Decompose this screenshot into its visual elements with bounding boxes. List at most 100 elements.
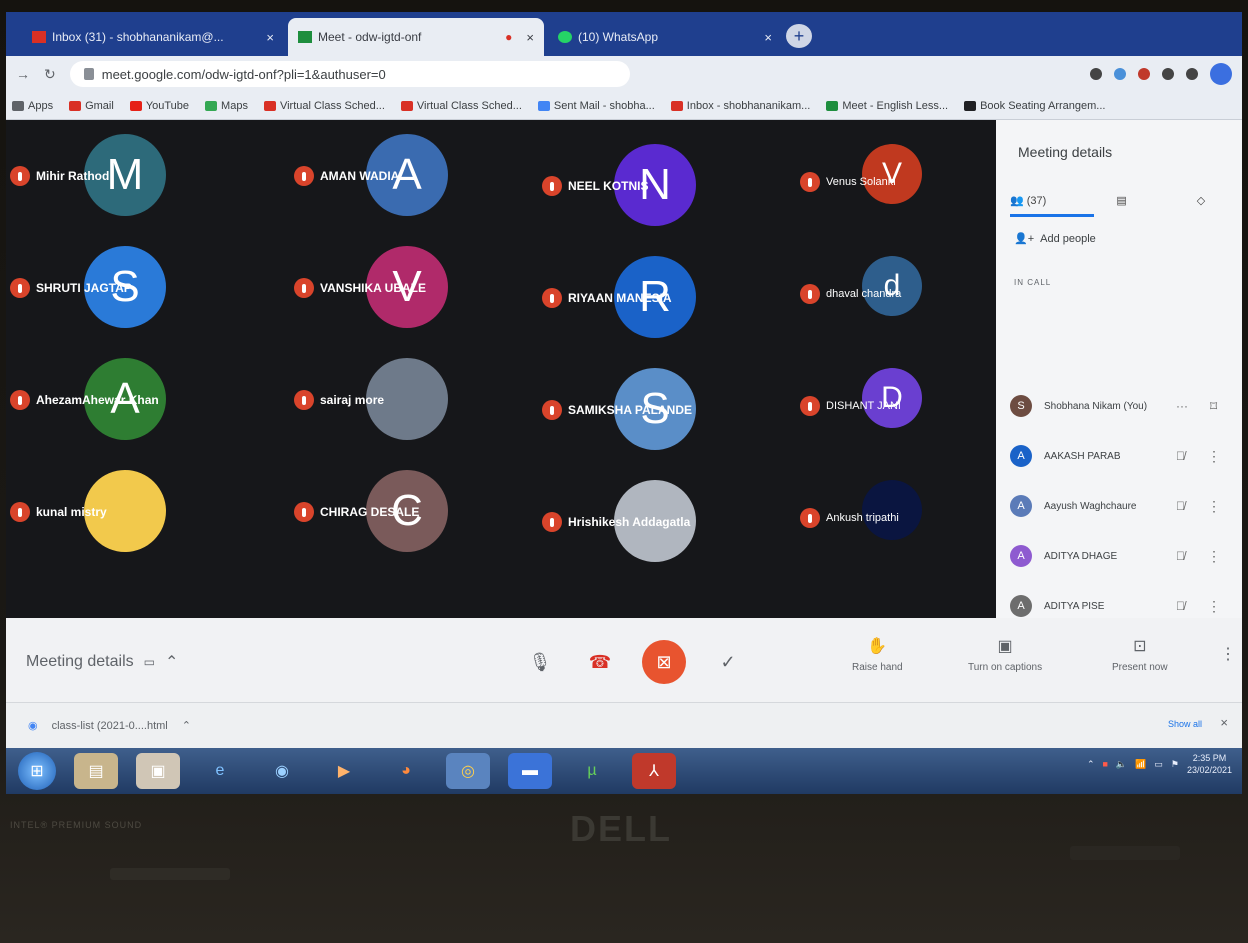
- meeting-details-button[interactable]: Meeting details ▭ ⌃: [26, 652, 178, 672]
- zoom-taskbar-button[interactable]: ▬: [508, 753, 552, 789]
- network-icon[interactable]: 📶: [1135, 759, 1146, 770]
- media-taskbar-button[interactable]: ▣: [136, 753, 180, 789]
- close-tab-icon[interactable]: ×: [266, 30, 274, 45]
- more-horizontal-icon[interactable]: ···: [1176, 399, 1188, 413]
- flag-icon[interactable]: ⚑: [1171, 759, 1179, 770]
- display-icon[interactable]: ▭: [1154, 759, 1163, 770]
- participant-tile[interactable]: R RIYAAN MANESIA: [534, 242, 774, 354]
- bookmark-item[interactable]: Apps: [12, 100, 53, 112]
- more-vertical-icon[interactable]: ⋮: [1207, 598, 1221, 615]
- explorer-taskbar-button[interactable]: ▤: [74, 753, 118, 789]
- check-button[interactable]: ✓: [706, 640, 750, 684]
- download-item[interactable]: class-list (2021-0....html: [52, 720, 168, 732]
- volume-icon[interactable]: 🔈: [1116, 759, 1127, 770]
- bookmark-favicon-icon: [12, 100, 24, 111]
- participant-tile[interactable]: S SHRUTI JAGTAP: [6, 232, 246, 344]
- participant-list-item[interactable]: A ADITYA DHAGE 🎙̸ ⋮: [996, 536, 1242, 576]
- participant-tile[interactable]: N NEEL KOTNIS: [534, 130, 774, 242]
- reload-icon[interactable]: ↻: [44, 66, 56, 83]
- new-tab-button[interactable]: +: [786, 24, 812, 48]
- bookmark-item[interactable]: Virtual Class Sched...: [263, 100, 385, 112]
- tab-whatsapp[interactable]: (10) WhatsApp ×: [548, 18, 782, 56]
- forward-arrow-icon[interactable]: →: [16, 66, 30, 82]
- extension-icon[interactable]: [1162, 68, 1174, 80]
- participant-tile[interactable]: M Mihir Rathod: [6, 120, 246, 232]
- tab-gmail-inbox[interactable]: Inbox (31) - shobhananikam@... ×: [22, 18, 284, 56]
- media-player-taskbar-button[interactable]: ◉: [260, 753, 304, 789]
- acrobat-taskbar-button[interactable]: ⅄: [632, 753, 676, 789]
- tab-google-meet[interactable]: Meet - odw-igtd-onf ● ×: [288, 18, 544, 56]
- start-button[interactable]: ⊞: [18, 752, 56, 790]
- captions-button[interactable]: ▣ Turn on captions: [968, 636, 1042, 673]
- mic-off-icon[interactable]: 🎙̸: [1176, 449, 1185, 463]
- close-tab-icon[interactable]: ×: [764, 30, 772, 45]
- bookmark-label: YouTube: [145, 99, 190, 112]
- mic-off-icon: [800, 396, 820, 416]
- extension-icon[interactable]: [1138, 68, 1150, 80]
- participant-tile[interactable]: Hrishikesh Addagatla: [534, 466, 774, 578]
- captions-icon: ▣: [997, 638, 1013, 655]
- participant-tile[interactable]: S SAMIKSHA PALANDE: [534, 354, 774, 466]
- present-now-button[interactable]: ⊡ Present now: [1112, 636, 1168, 673]
- chevron-up-icon[interactable]: ⌃: [182, 719, 191, 732]
- participant-tile[interactable]: C CHIRAG DESALE: [286, 456, 526, 568]
- address-bar[interactable]: meet.google.com/odw-igtd-onf?pli=1&authu…: [69, 61, 630, 87]
- bookmark-item[interactable]: Inbox - shobhananikam...: [670, 100, 810, 112]
- media-player-icon: ◉: [275, 763, 289, 780]
- participant-tile[interactable]: A AhezamAhewar Khan: [6, 344, 246, 456]
- clock[interactable]: 2:35 PM 23/02/2021: [1187, 752, 1232, 776]
- participant-list-item[interactable]: S Shobhana Nikam (You) ··· ⌑: [996, 386, 1242, 426]
- add-people-button[interactable]: 👤+ Add people: [1014, 232, 1096, 246]
- extension-icon[interactable]: [1114, 68, 1126, 80]
- mic-off-icon[interactable]: 🎙̸: [1176, 549, 1185, 563]
- bookmark-item[interactable]: Meet - English Less...: [826, 100, 948, 112]
- mic-off-icon: [542, 400, 562, 420]
- participant-list-name: ADITYA PISE: [1044, 600, 1105, 612]
- microphone-button[interactable]: 🎙: [518, 640, 562, 684]
- puzzle-icon[interactable]: [1186, 68, 1198, 80]
- participant-tile[interactable]: A AMAN WADIA: [286, 120, 526, 232]
- close-icon[interactable]: ×: [1220, 715, 1228, 730]
- close-tab-icon[interactable]: ×: [526, 30, 534, 45]
- extension-icon[interactable]: [1090, 68, 1102, 80]
- more-vertical-icon[interactable]: ⋮: [1207, 498, 1221, 515]
- participant-tile[interactable]: V VANSHIKA UBALE: [286, 232, 526, 344]
- raise-hand-button[interactable]: ✋ Raise hand: [852, 636, 903, 673]
- leave-call-button[interactable]: ☎: [578, 640, 622, 684]
- profile-avatar[interactable]: [1210, 63, 1232, 85]
- tab-activities[interactable]: ◇: [1197, 194, 1205, 207]
- bookmark-item[interactable]: YouTube: [129, 99, 190, 112]
- show-hidden-icons[interactable]: ⌃: [1087, 759, 1095, 770]
- participant-name-text: RIYAAN MANESIA: [568, 291, 672, 305]
- antivirus-icon[interactable]: ■: [1102, 759, 1107, 769]
- chrome-taskbar-button[interactable]: ◎: [446, 753, 490, 789]
- participant-tile[interactable]: sairaj more: [286, 344, 526, 456]
- more-vertical-icon[interactable]: ⋮: [1207, 548, 1221, 565]
- more-vertical-icon[interactable]: ⋮: [1207, 448, 1221, 465]
- ie-taskbar-button[interactable]: e: [198, 753, 242, 789]
- show-all-button[interactable]: Show all: [1168, 719, 1202, 729]
- bookmark-item[interactable]: Maps: [205, 100, 248, 112]
- bookmark-item[interactable]: Virtual Class Sched...: [400, 100, 522, 112]
- pin-icon[interactable]: ⌑: [1210, 398, 1217, 415]
- participant-tile[interactable]: kunal mistry: [6, 456, 246, 568]
- laptop-screen: Inbox (31) - shobhananikam@... × Meet - …: [6, 12, 1242, 794]
- bookmark-item[interactable]: Gmail: [69, 100, 114, 112]
- participant-name-text: CHIRAG DESALE: [320, 505, 420, 519]
- firefox-taskbar-button[interactable]: ◕: [384, 753, 428, 789]
- player-taskbar-button[interactable]: ▶: [322, 753, 366, 789]
- bookmark-favicon-icon: [205, 100, 218, 111]
- more-options-button[interactable]: ⋮: [1220, 644, 1236, 664]
- bookmark-item[interactable]: Sent Mail - shobha...: [537, 100, 655, 112]
- mic-off-icon[interactable]: 🎙̸: [1176, 599, 1185, 613]
- utorrent-taskbar-button[interactable]: µ: [570, 753, 614, 789]
- mic-off-icon: [294, 502, 314, 522]
- bookmark-item[interactable]: Book Seating Arrangem...: [964, 100, 1105, 112]
- mic-off-icon[interactable]: 🎙̸: [1176, 499, 1185, 513]
- participant-list-item[interactable]: A AAKASH PARAB 🎙̸ ⋮: [996, 436, 1242, 476]
- tab-chat[interactable]: ▤: [1116, 194, 1126, 207]
- present-icon: ⊡: [1133, 638, 1147, 655]
- tab-people[interactable]: 👥 (37): [1010, 194, 1046, 207]
- participant-list-item[interactable]: A Aayush Waghchaure 🎙̸ ⋮: [996, 486, 1242, 526]
- camera-off-button[interactable]: ⊠: [642, 640, 686, 684]
